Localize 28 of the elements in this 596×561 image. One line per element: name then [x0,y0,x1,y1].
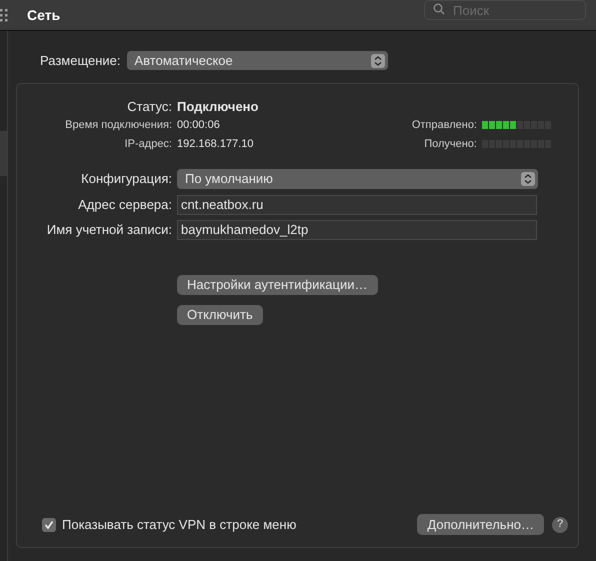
disconnect-button[interactable]: Отключить [177,304,263,324]
configuration-dropdown[interactable]: По умолчанию [177,168,538,188]
configuration-label: Конфигурация: [80,170,172,188]
checkmark-icon [44,520,54,530]
input-field[interactable]: baymukhamedov_l2tp [177,220,537,240]
location-dropdown[interactable]: Автоматическое [126,51,388,70]
info-value: 192.168.177.10 [177,136,254,152]
field-label: Адрес сервера: [77,196,172,214]
search-icon [433,2,445,14]
advanced-button[interactable]: Дополнительно… [417,514,544,535]
checkbox[interactable] [42,518,56,532]
authentication-settings-button[interactable]: Настройки аутентификации… [177,274,378,294]
status-value: Подключено [177,98,258,116]
meter-label: Получено: [424,136,477,152]
help-button[interactable]: ? [552,516,568,532]
window-title: Сеть [27,6,60,24]
checkbox-label: Показывать статус VPN в строке меню [62,516,296,534]
location-label: Размещение: [40,52,121,70]
input-field[interactable]: cnt.neatbox.ru [177,194,537,214]
info-value: 00:00:06 [177,118,221,133]
info-label: Время подключения: [64,118,172,133]
stepper-icon [370,54,385,68]
stepper-icon [521,172,535,186]
field-label: Имя учетной записи: [46,220,172,239]
status-label: Статус: [126,98,172,116]
grid-icon [0,8,10,22]
info-label: IP-адрес: [124,136,172,152]
meter-label: Отправлено: [412,118,477,133]
